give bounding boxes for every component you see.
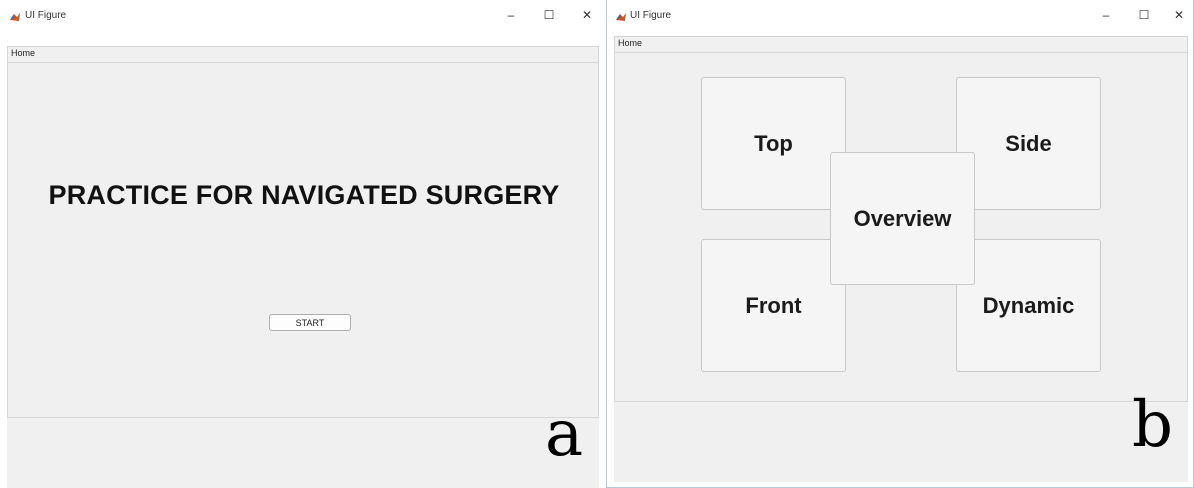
panel-label-b: b bbox=[1132, 388, 1173, 462]
tab-home[interactable]: Home bbox=[618, 38, 642, 48]
main-panel: Home Top Side Front Dynamic Overview bbox=[614, 36, 1188, 402]
tab-bar: Home bbox=[615, 37, 1187, 53]
tab-bar: Home bbox=[8, 47, 598, 63]
window-title: UI Figure bbox=[25, 10, 67, 21]
matlab-icon bbox=[615, 10, 627, 22]
close-button[interactable]: ✕ bbox=[578, 7, 596, 23]
top-view-button[interactable]: Top bbox=[701, 77, 846, 210]
front-view-button[interactable]: Front bbox=[701, 239, 846, 372]
close-button[interactable]: ✕ bbox=[1170, 7, 1188, 23]
start-button[interactable]: START bbox=[269, 314, 351, 331]
matlab-icon bbox=[9, 10, 21, 22]
dynamic-view-button[interactable]: Dynamic bbox=[956, 239, 1101, 372]
panel-label-a: a bbox=[545, 397, 584, 471]
maximize-button[interactable]: ☐ bbox=[540, 7, 558, 23]
title-bar: UI Figure – ☐ ✕ bbox=[607, 0, 1193, 30]
window-b: UI Figure – ☐ ✕ Home Top Side Front Dyna… bbox=[606, 0, 1194, 488]
window-footer bbox=[7, 418, 599, 488]
minimize-button[interactable]: – bbox=[1097, 7, 1115, 23]
window-title: UI Figure bbox=[630, 10, 672, 21]
window-footer bbox=[614, 402, 1188, 482]
minimize-button[interactable]: – bbox=[502, 7, 520, 23]
maximize-button[interactable]: ☐ bbox=[1135, 7, 1153, 23]
tab-home[interactable]: Home bbox=[11, 48, 35, 58]
side-view-button[interactable]: Side bbox=[956, 77, 1101, 210]
title-bar: UI Figure – ☐ ✕ bbox=[0, 0, 600, 30]
page-title: PRACTICE FOR NAVIGATED SURGERY bbox=[48, 180, 560, 210]
window-a: UI Figure – ☐ ✕ Home PRACTICE FOR NAVIGA… bbox=[0, 0, 600, 488]
main-panel: Home PRACTICE FOR NAVIGATED SURGERY STAR… bbox=[7, 46, 599, 418]
overview-button[interactable]: Overview bbox=[830, 152, 975, 285]
